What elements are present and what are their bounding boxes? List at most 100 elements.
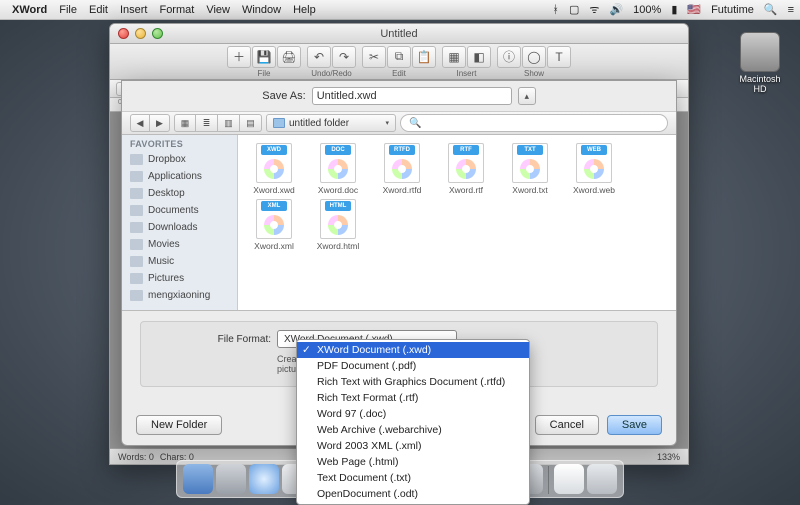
toolbar-button[interactable]: T (547, 46, 571, 68)
toolbar-button[interactable]: ＋ (227, 46, 251, 68)
spotlight-icon[interactable]: 🔍 (764, 3, 778, 16)
battery-label[interactable]: 100% (633, 4, 661, 16)
menu-edit[interactable]: Edit (89, 4, 108, 16)
dropdown-item[interactable]: XWord Document (.xwd) (297, 342, 529, 358)
file-item[interactable]: RTFXword.rtf (434, 143, 498, 195)
file-item[interactable]: WEBXword.web (562, 143, 626, 195)
hard-disk-icon (740, 32, 780, 72)
dropdown-item[interactable]: Text Document (.txt) (297, 470, 529, 486)
app-menu[interactable]: XWord (12, 4, 47, 16)
menu-format[interactable]: Format (159, 4, 194, 16)
dropdown-item[interactable]: PDF Document (.pdf) (297, 358, 529, 374)
dock-launchpad-icon[interactable] (216, 464, 246, 494)
sidebar-item-label: Desktop (148, 188, 185, 199)
sidebar-item-label: Pictures (148, 273, 184, 284)
sidebar-item[interactable]: Pictures (122, 270, 237, 287)
toolbar-button[interactable]: 📋 (412, 46, 436, 68)
file-item[interactable]: XWDXword.xwd (242, 143, 306, 195)
toolbar-button[interactable]: ⓘ (497, 46, 521, 68)
dropdown-item[interactable]: Word 2003 XML (.xml) (297, 438, 529, 454)
dropdown-item[interactable]: Rich Text with Graphics Document (.rtfd) (297, 374, 529, 390)
document-icon: DOC (318, 143, 358, 183)
menu-help[interactable]: Help (293, 4, 316, 16)
view-coverflow-button[interactable]: ▤ (240, 114, 262, 132)
toolbar-group-label: File (258, 69, 271, 78)
wifi-icon[interactable]: ᯤ (589, 2, 599, 17)
file-item[interactable]: HTMLXword.html (306, 199, 370, 251)
toolbar-group: ▦◧Insert (442, 46, 491, 78)
sidebar-item[interactable]: mengxiaoning (122, 287, 237, 304)
toolbar-button[interactable]: 💾 (252, 46, 276, 68)
dock-finder-icon[interactable] (183, 464, 213, 494)
input-flag-icon[interactable]: 🇺🇸 (687, 3, 701, 16)
toolbar-button[interactable]: ▦ (442, 46, 466, 68)
notification-icon[interactable]: ≡ (788, 4, 794, 16)
sidebar-item-label: Movies (148, 239, 180, 250)
sidebar-item[interactable]: Desktop (122, 185, 237, 202)
dock-trash-icon[interactable] (587, 464, 617, 494)
toolbar-button[interactable]: ↶ (307, 46, 331, 68)
forward-button[interactable]: ▶ (150, 114, 170, 132)
sidebar-item-label: Documents (148, 205, 199, 216)
save-as-label: Save As: (262, 90, 305, 102)
toolbar-group: ✂⧉📋Edit (362, 46, 436, 78)
file-format-dropdown[interactable]: XWord Document (.xwd)PDF Document (.pdf)… (296, 339, 530, 505)
toolbar-button[interactable]: ⧉ (387, 46, 411, 68)
file-item[interactable]: RTFDXword.rtfd (370, 143, 434, 195)
nav-buttons: ◀ ▶ (130, 114, 170, 132)
dropdown-item[interactable]: Web Archive (.webarchive) (297, 422, 529, 438)
path-label: untitled folder (289, 118, 349, 129)
airplay-icon[interactable]: ▢ (569, 3, 579, 16)
document-icon: XWD (254, 143, 294, 183)
new-folder-button[interactable]: New Folder (136, 415, 222, 435)
menu-file[interactable]: File (59, 4, 77, 16)
file-grid[interactable]: XWDXword.xwdDOCXword.docRTFDXword.rtfdRT… (238, 135, 676, 310)
desktop-hd-icon[interactable]: Macintosh HD (732, 32, 788, 94)
battery-icon[interactable]: ▮ (671, 3, 677, 16)
toolbar-button[interactable]: ◧ (467, 46, 491, 68)
filename-input[interactable] (312, 87, 512, 105)
file-label: Xword.html (317, 241, 360, 251)
folder-icon (130, 222, 143, 233)
sidebar-item[interactable]: Dropbox (122, 151, 237, 168)
save-button[interactable]: Save (607, 415, 662, 435)
file-item[interactable]: XMLXword.xml (242, 199, 306, 251)
sidebar: FAVORITES DropboxApplicationsDesktopDocu… (122, 135, 238, 310)
sidebar-item[interactable]: Documents (122, 202, 237, 219)
view-icons-button[interactable]: ▦ (174, 114, 196, 132)
toolbar-button[interactable]: 🖨 (277, 46, 301, 68)
toolbar-button[interactable]: ↷ (332, 46, 356, 68)
cancel-button[interactable]: Cancel (535, 415, 599, 435)
folder-icon (130, 256, 143, 267)
back-button[interactable]: ◀ (130, 114, 150, 132)
menu-window[interactable]: Window (242, 4, 281, 16)
dropdown-item[interactable]: Word 97 (.doc) (297, 406, 529, 422)
toolbar-button[interactable]: ◯ (522, 46, 546, 68)
sidebar-item-label: Downloads (148, 222, 197, 233)
view-list-button[interactable]: ≣ (196, 114, 218, 132)
clock[interactable]: Fututime (711, 4, 754, 16)
file-item[interactable]: DOCXword.doc (306, 143, 370, 195)
volume-icon[interactable]: 🔊 (609, 3, 623, 16)
dropdown-item[interactable]: Rich Text Format (.rtf) (297, 390, 529, 406)
sidebar-item[interactable]: Music (122, 253, 237, 270)
toolbar-group: ＋💾🖨 File (227, 46, 301, 78)
bluetooth-icon[interactable]: ᚼ (552, 4, 559, 16)
search-icon: 🔍 (409, 118, 421, 129)
menu-insert[interactable]: Insert (120, 4, 148, 16)
search-input[interactable]: 🔍 (400, 114, 668, 132)
sidebar-item[interactable]: Downloads (122, 219, 237, 236)
menu-view[interactable]: View (206, 4, 230, 16)
view-columns-button[interactable]: ▥ (218, 114, 240, 132)
dock-safari-icon[interactable] (249, 464, 279, 494)
file-item[interactable]: TXTXword.txt (498, 143, 562, 195)
collapse-sheet-button[interactable]: ▴ (518, 87, 536, 105)
sidebar-item[interactable]: Movies (122, 236, 237, 253)
toolbar-button[interactable]: ✂ (362, 46, 386, 68)
dropdown-item[interactable]: Web Page (.html) (297, 454, 529, 470)
folder-icon (130, 171, 143, 182)
folder-icon (130, 205, 143, 216)
sidebar-item[interactable]: Applications (122, 168, 237, 185)
path-popup[interactable]: untitled folder ▾ (266, 114, 396, 132)
dock-folder-icon[interactable] (554, 464, 584, 494)
